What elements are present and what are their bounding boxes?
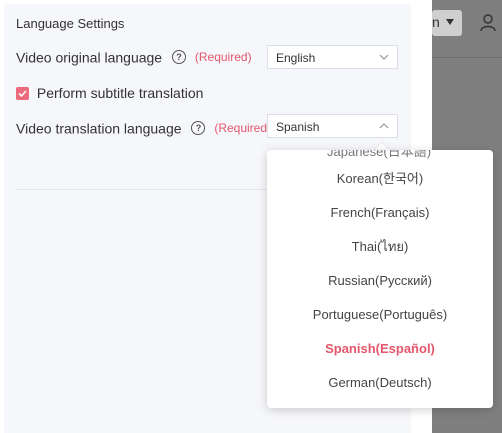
dropdown-option-thai[interactable]: Thai(ไทย) (267, 237, 493, 257)
dropdown-option-german[interactable]: German(Deutsch) (267, 373, 493, 393)
help-icon[interactable]: ? (191, 121, 206, 136)
required-marker: (Required) (194, 50, 252, 65)
original-language-label: Video original language (16, 49, 163, 66)
header-select-value: n (432, 14, 440, 30)
dropdown-option-french[interactable]: French(Français) (267, 203, 493, 223)
subtitle-translation-checkbox[interactable] (16, 86, 29, 100)
dropdown-option-korean[interactable]: Korean(한국어) (267, 169, 493, 189)
subtitle-translation-label: Perform subtitle translation (36, 85, 204, 102)
user-icon[interactable] (480, 14, 496, 32)
check-icon (18, 90, 27, 97)
section-title: Language Settings (16, 16, 125, 31)
subtitle-translation-row[interactable]: Perform subtitle translation (16, 84, 203, 101)
translation-language-dropdown: Japanese(日本語) Korean(한국어) French(Françai… (267, 150, 493, 408)
translation-language-label: Video translation language (16, 120, 182, 137)
dropdown-option-russian[interactable]: Russian(Русский) (267, 271, 493, 291)
chevron-down-icon (379, 54, 389, 60)
original-language-value: English (276, 51, 316, 65)
caret-down-icon (446, 19, 454, 25)
help-icon[interactable]: ? (171, 50, 186, 65)
required-marker: (Required) (214, 121, 272, 136)
dropdown-option-partial[interactable]: Japanese(日本語) (327, 150, 431, 160)
translation-language-row: Video translation language ? (Required) (16, 119, 271, 136)
dropdown-option-portuguese[interactable]: Portuguese(Português) (267, 305, 493, 325)
original-language-select[interactable]: English (267, 45, 398, 69)
translation-language-value: Spanish (276, 120, 320, 134)
translation-language-select[interactable]: Spanish (267, 114, 398, 138)
header-select[interactable]: n (432, 10, 462, 36)
original-language-row: Video original language ? (Required) (16, 48, 252, 65)
chevron-up-icon (379, 123, 389, 129)
dropdown-option-spanish[interactable]: Spanish(Español) (267, 339, 493, 359)
header-divider (432, 57, 502, 58)
